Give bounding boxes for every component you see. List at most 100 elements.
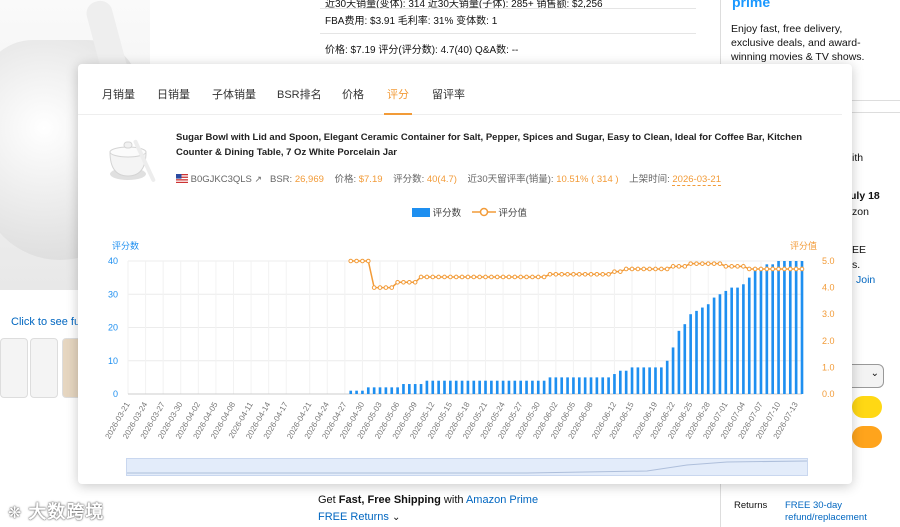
score-point (453, 274, 459, 280)
score-point (700, 261, 705, 266)
bar (402, 384, 405, 394)
watermark: ❋ 大数跨境 (8, 498, 104, 524)
free-returns-label: FREE Returns (318, 511, 389, 523)
bar (689, 314, 692, 394)
join-prime-link[interactable]: Join (856, 274, 875, 286)
score-point (618, 269, 623, 274)
returns-policy-link[interactable]: FREE 30-day refund/replacement (785, 500, 875, 524)
chart-popup: 月销量 日销量 子体销量 BSR排名 价格 评分 留评率 Sugar Bowl … (78, 64, 852, 484)
bar (384, 387, 388, 394)
score-point (576, 272, 582, 277)
y-tick-label-right: 3.0 (822, 309, 835, 319)
bar (449, 380, 452, 394)
thumbnail[interactable] (0, 338, 28, 398)
y-tick-label-right: 5.0 (822, 256, 835, 266)
shipping-line: Get Fast, Free Shipping with Amazon Prim… (318, 494, 538, 506)
watermark-logo-icon: ❋ (8, 505, 23, 522)
bar (660, 367, 663, 394)
bar (519, 380, 522, 394)
bar (601, 377, 605, 394)
score-point (494, 274, 500, 280)
chevron-down-icon: ⌄ (870, 368, 879, 379)
score-point (612, 269, 617, 274)
bar (513, 380, 517, 394)
score-point (582, 272, 588, 277)
buybox-text: EE (852, 244, 867, 256)
bar (794, 261, 798, 394)
bar (478, 380, 481, 394)
score-point (389, 285, 395, 290)
score-point (776, 266, 781, 272)
click-to-see-link[interactable]: Click to see ful (11, 316, 83, 328)
y-axis-left-title: 评分数 (112, 240, 139, 251)
score-point (705, 261, 711, 266)
score-point (793, 266, 799, 272)
score-point (354, 258, 359, 264)
bar (577, 377, 581, 394)
add-to-cart-button[interactable] (852, 396, 882, 418)
y-tick-label-left: 0 (113, 389, 118, 399)
bar (624, 370, 628, 394)
bar (630, 367, 634, 394)
zoom-slider[interactable] (126, 458, 808, 476)
y-axis-right-title: 评分值 (790, 240, 817, 251)
watermark-text: 大数跨境 (28, 502, 105, 522)
bar (355, 390, 358, 394)
bar (718, 294, 722, 394)
score-point (653, 266, 658, 272)
bar (396, 387, 399, 394)
score-point (782, 266, 787, 272)
score-point (377, 285, 383, 290)
thumbnail[interactable] (30, 338, 58, 398)
score-point (360, 258, 365, 264)
free-returns-link[interactable]: FREE Returns ⌄ (318, 511, 400, 523)
bar (425, 380, 429, 394)
score-point (606, 272, 611, 277)
bar (372, 387, 376, 394)
amazon-prime-link[interactable]: Amazon Prime (466, 494, 538, 506)
y-tick-label-right: 2.0 (822, 336, 835, 346)
bar (390, 387, 394, 394)
bar (542, 380, 546, 394)
score-point (799, 266, 805, 272)
bar (501, 380, 505, 394)
buybox-text: s. (852, 259, 861, 271)
score-point (424, 274, 430, 280)
buybox-text: ith (852, 152, 864, 164)
bar (548, 377, 552, 394)
bar (724, 290, 728, 394)
score-point (787, 266, 793, 272)
bar (788, 261, 792, 394)
bar (665, 360, 669, 394)
bar (525, 380, 528, 394)
score-point (752, 266, 758, 272)
score-point (588, 272, 594, 277)
bar (408, 384, 411, 394)
y-tick-label-left: 30 (108, 289, 118, 299)
bar (712, 297, 716, 394)
score-point (688, 261, 693, 266)
bar (466, 380, 470, 394)
score-point (401, 279, 406, 285)
bar (490, 380, 493, 394)
bar (454, 380, 458, 394)
bar (366, 387, 370, 394)
score-point (530, 274, 535, 280)
score-point (694, 261, 699, 266)
bar (730, 287, 733, 394)
y-tick-label-right: 1.0 (822, 362, 835, 372)
score-point (465, 274, 471, 280)
chevron-down-icon: ⌄ (391, 512, 401, 523)
bar (677, 330, 681, 394)
bar (472, 380, 476, 394)
buy-now-button[interactable] (852, 426, 882, 448)
bar (642, 367, 646, 394)
score-point (565, 272, 570, 277)
score-point (647, 266, 652, 272)
y-tick-label-right: 4.0 (822, 283, 835, 293)
bar (536, 380, 540, 394)
bar (361, 390, 364, 394)
score-point (723, 264, 729, 269)
bar (507, 380, 511, 394)
score-point (371, 285, 377, 290)
